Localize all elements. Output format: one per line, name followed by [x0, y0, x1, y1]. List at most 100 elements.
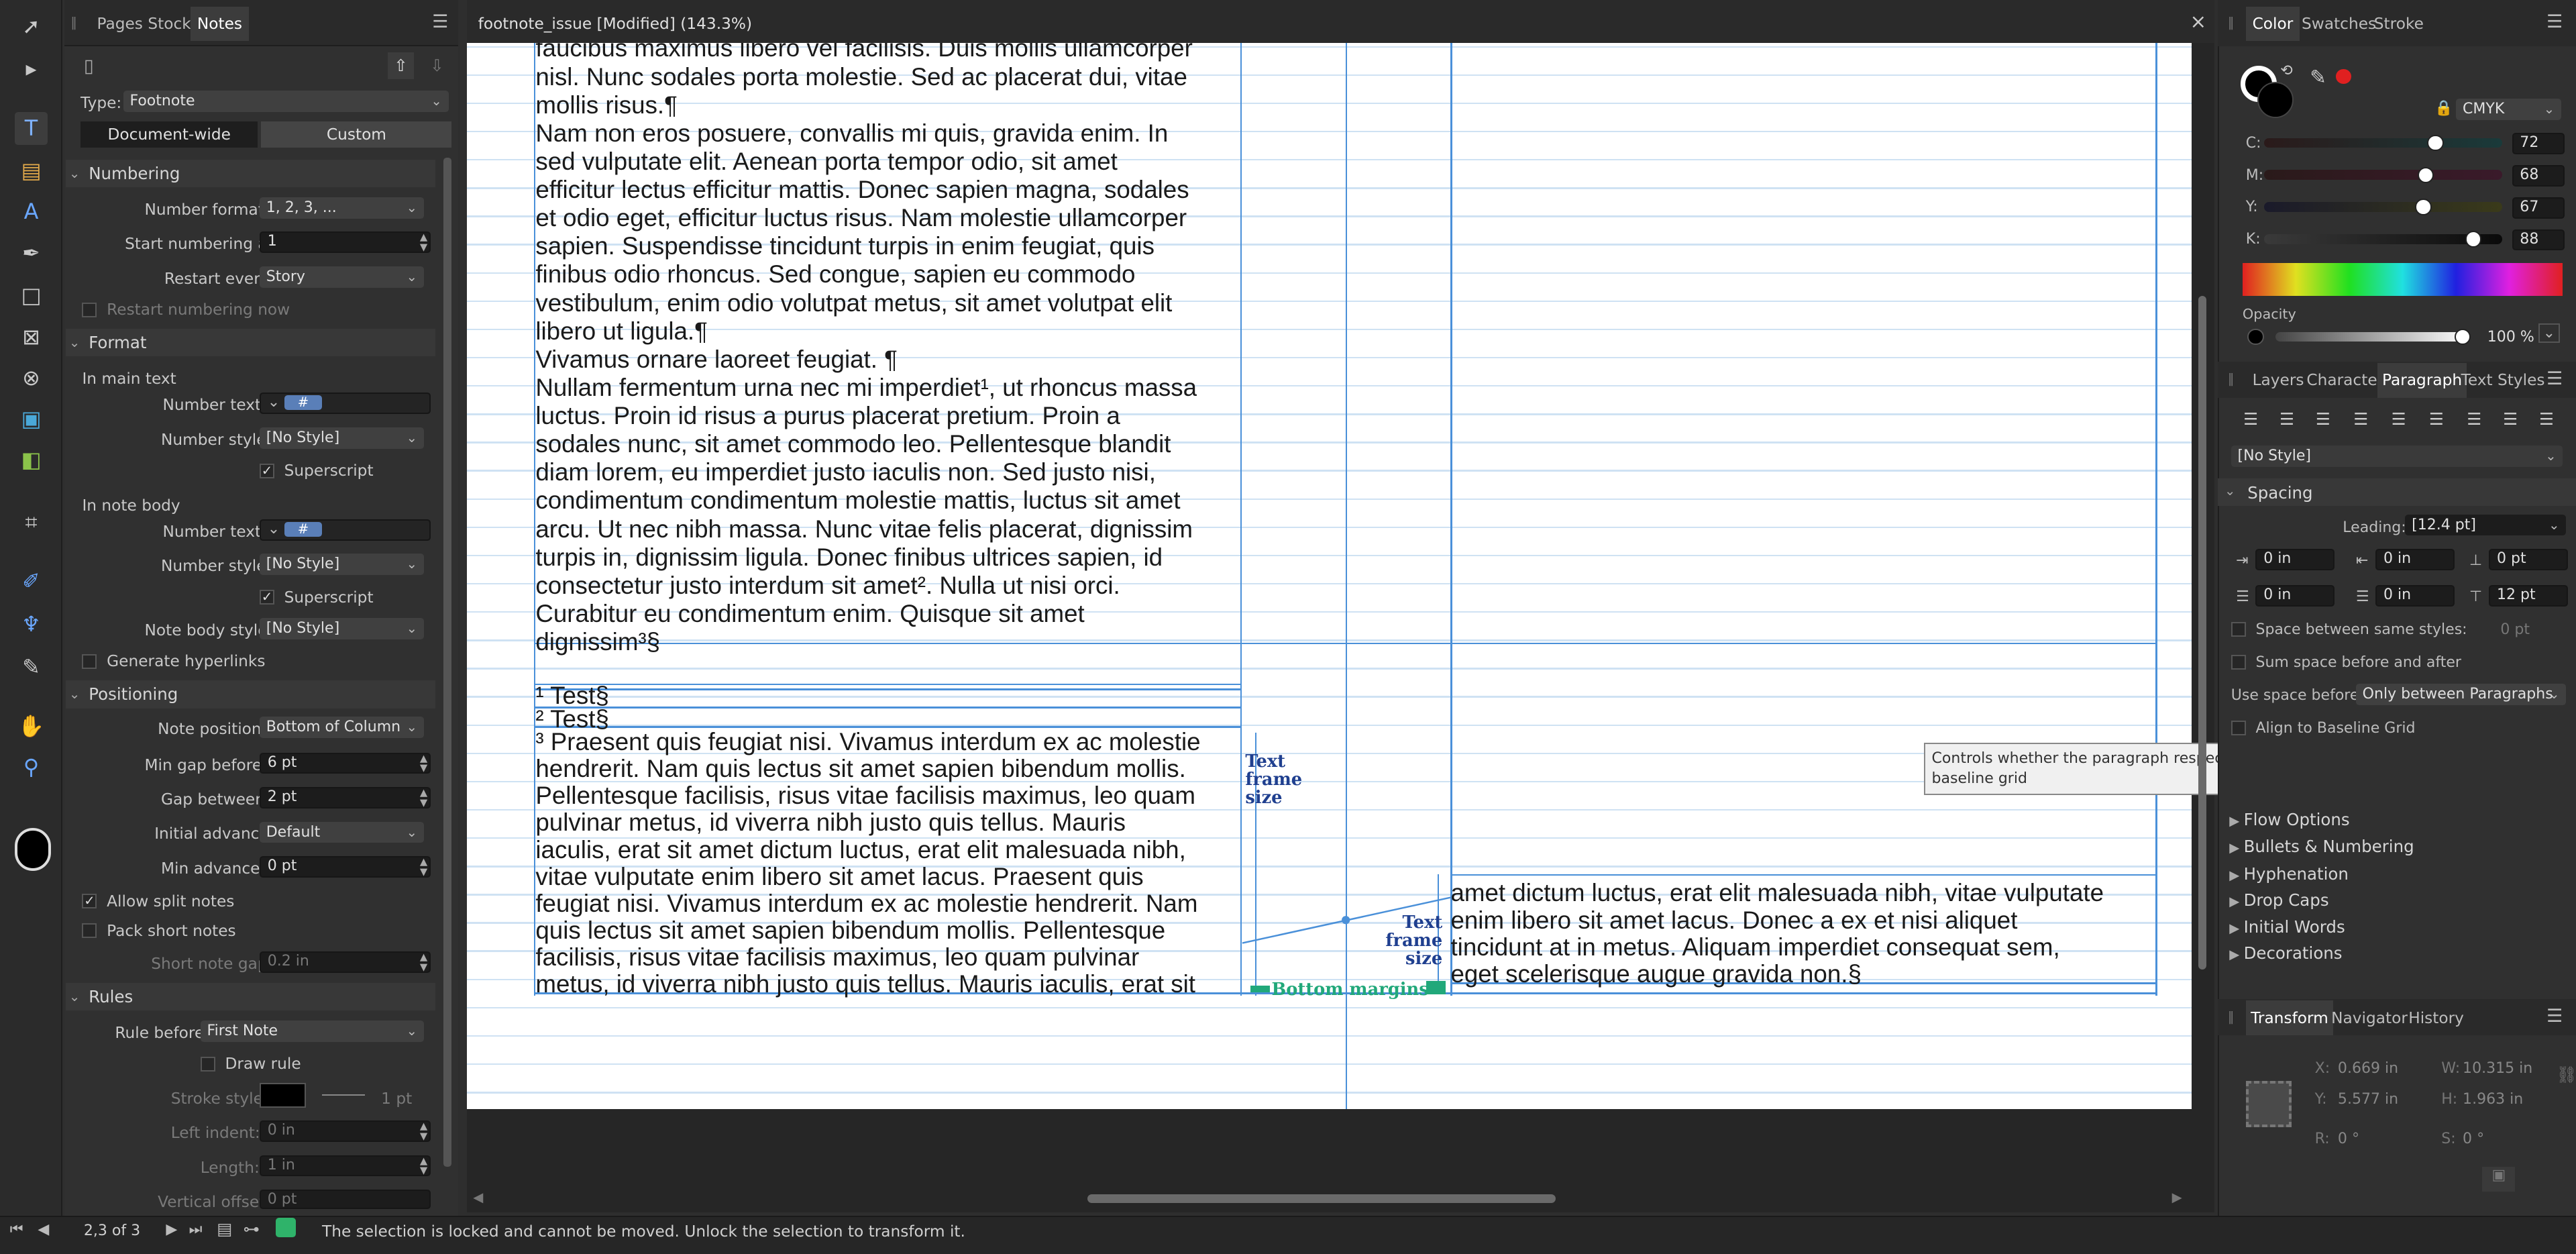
- space-before-field[interactable]: 0 pt: [2489, 548, 2568, 570]
- chevron-down-icon[interactable]: ⌄: [2538, 323, 2560, 344]
- channel-knob[interactable]: [2427, 134, 2444, 152]
- align-away-spine-icon[interactable]: ☰: [2535, 409, 2558, 429]
- section-initial-words[interactable]: ▶ Initial Words: [2229, 917, 2345, 937]
- vertical-scroll-thumb[interactable]: [2198, 295, 2206, 970]
- scope-document-wide[interactable]: Document-wide: [80, 121, 258, 148]
- tab-paragraph[interactable]: Paragraph: [2377, 363, 2467, 398]
- ellipse-frame-tool-icon[interactable]: ⊗: [15, 362, 48, 395]
- w-value[interactable]: 10.315 in: [2463, 1060, 2532, 1077]
- generate-hyperlinks[interactable]: Generate hyperlinks: [82, 652, 265, 670]
- stepper-icon[interactable]: ▲ ▼: [420, 953, 427, 972]
- preflight-icon[interactable]: [276, 1217, 296, 1238]
- next-page-icon[interactable]: ▶: [166, 1221, 177, 1238]
- stepper-icon[interactable]: ▲ ▼: [420, 1157, 427, 1175]
- section-drop-caps[interactable]: ▶ Drop Caps: [2229, 890, 2328, 910]
- lock-icon[interactable]: 🔒: [2434, 100, 2453, 117]
- space-same-value[interactable]: 0 pt: [2500, 621, 2530, 638]
- restart-numbering-now[interactable]: Restart numbering now: [82, 301, 290, 319]
- sum-space[interactable]: Sum space before and after: [2231, 654, 2461, 671]
- checkbox[interactable]: [200, 1056, 215, 1072]
- link-icon[interactable]: ⛓: [2557, 1065, 2576, 1084]
- gap-between-input[interactable]: 2 pt ▲ ▼: [259, 787, 431, 808]
- s-value[interactable]: 0 °: [2463, 1131, 2484, 1147]
- use-space-before-select[interactable]: Only between Paragraphs ⌄: [2355, 683, 2567, 705]
- checkbox[interactable]: [82, 923, 97, 939]
- right-indent-field[interactable]: 0 in: [2375, 548, 2455, 570]
- note-body-style-select[interactable]: [No Style] ⌄: [259, 617, 424, 639]
- prev-page-icon[interactable]: ◀: [38, 1221, 49, 1238]
- place-image-tool-icon[interactable]: ▣: [15, 403, 48, 435]
- number-style-select[interactable]: [No Style] ⌄: [259, 427, 424, 449]
- tab-pages[interactable]: Pages: [97, 15, 142, 33]
- eyedropper-icon[interactable]: ✎: [2310, 66, 2326, 89]
- number-text-input[interactable]: ⌄ #: [259, 393, 431, 415]
- vertical-offset-input[interactable]: 0 pt: [259, 1190, 431, 1210]
- h-value[interactable]: 1.963 in: [2463, 1091, 2523, 1108]
- zoom-tool-icon[interactable]: ⚲: [15, 751, 48, 784]
- justify-right-icon[interactable]: ☰: [2425, 409, 2448, 429]
- stroke-color-swatch[interactable]: [259, 1082, 306, 1108]
- panel-menu-icon[interactable]: ☰: [2546, 11, 2563, 32]
- tab-stroke[interactable]: Stroke: [2374, 15, 2424, 33]
- align-center-icon[interactable]: ☰: [2275, 409, 2298, 429]
- channel-value[interactable]: 67: [2512, 197, 2565, 219]
- frame-text-tool-icon[interactable]: T: [15, 111, 48, 145]
- align-left-icon[interactable]: ☰: [2239, 409, 2262, 429]
- rule-before-select[interactable]: First Note ⌄: [200, 1020, 424, 1042]
- section-flow-options[interactable]: ▶ Flow Options: [2229, 810, 2349, 829]
- align-towards-spine-icon[interactable]: ☰: [2499, 409, 2522, 429]
- stepper-icon[interactable]: ▲ ▼: [420, 754, 427, 773]
- section-format[interactable]: ⌄ Format: [65, 328, 435, 357]
- page-indicator[interactable]: 2,3 of 3: [84, 1222, 140, 1239]
- opacity-value[interactable]: 100 %: [2487, 329, 2534, 346]
- pen-tool-icon[interactable]: ✒: [15, 237, 48, 270]
- tab-swatches[interactable]: Swatches: [2302, 15, 2376, 33]
- stepper-icon[interactable]: ▲ ▼: [420, 857, 427, 876]
- section-numbering[interactable]: ⌄ Numbering: [65, 159, 435, 188]
- pack-short-notes[interactable]: Pack short notes: [82, 922, 236, 940]
- tab-character[interactable]: Character: [2306, 371, 2383, 389]
- checkbox-checked[interactable]: ✓: [259, 590, 274, 605]
- channel-value[interactable]: 72: [2512, 133, 2565, 155]
- number-format-select[interactable]: 1, 2, 3, ... ⌄: [259, 197, 424, 219]
- opacity-slider[interactable]: [2275, 331, 2469, 342]
- note-position-select[interactable]: Bottom of Column ⌄: [259, 716, 424, 738]
- spread-icon[interactable]: ▤: [217, 1219, 232, 1239]
- panel-grip-icon[interactable]: ∥: [2228, 1009, 2235, 1025]
- view-icon[interactable]: ⊶: [243, 1219, 259, 1239]
- allow-split-notes[interactable]: ✓ Allow split notes: [82, 892, 234, 910]
- initial-advance-select[interactable]: Default ⌄: [259, 821, 424, 843]
- superscript-main[interactable]: ✓ Superscript: [259, 462, 374, 480]
- min-gap-input[interactable]: 6 pt ▲ ▼: [259, 752, 431, 774]
- checkbox-checked[interactable]: ✓: [259, 463, 274, 478]
- superscript-body[interactable]: ✓ Superscript: [259, 588, 374, 607]
- justify-left-icon[interactable]: ☰: [2349, 409, 2372, 429]
- section-bullets-numbering[interactable]: ▶ Bullets & Numbering: [2229, 837, 2414, 856]
- checkbox[interactable]: [82, 302, 97, 317]
- align-baseline-grid[interactable]: Align to Baseline Grid: [2231, 720, 2415, 737]
- artistic-text-tool-icon[interactable]: A: [15, 195, 48, 228]
- number-text-input-2[interactable]: ⌄ #: [259, 519, 431, 541]
- number-style-select-2[interactable]: [No Style] ⌄: [259, 554, 424, 576]
- checkbox[interactable]: [82, 654, 97, 669]
- left-indent-field[interactable]: 0 in: [2255, 548, 2335, 570]
- tab-stock[interactable]: Stock: [148, 15, 191, 33]
- type-select[interactable]: Footnote ⌄: [123, 90, 449, 112]
- panel-menu-icon[interactable]: ☰: [2546, 368, 2563, 389]
- stroke-width-value[interactable]: 1 pt: [381, 1090, 412, 1108]
- panel-grip-icon[interactable]: ∥: [70, 15, 77, 30]
- checkbox[interactable]: [2231, 622, 2246, 637]
- move-tool-icon[interactable]: ➚: [15, 10, 48, 43]
- tab-history[interactable]: History: [2408, 1009, 2464, 1027]
- tab-color[interactable]: Color: [2245, 6, 2300, 42]
- tab-navigator[interactable]: Navigator: [2331, 1009, 2408, 1027]
- r-value[interactable]: 0 °: [2338, 1131, 2359, 1147]
- hand-tool-icon[interactable]: ✋: [15, 710, 48, 743]
- x-value[interactable]: 0.669 in: [2338, 1060, 2398, 1077]
- move-down-icon[interactable]: ⇩: [424, 52, 450, 79]
- section-decorations[interactable]: ▶ Decorations: [2229, 943, 2342, 963]
- checkbox-checked[interactable]: ✓: [82, 894, 97, 909]
- picture-frame-tool-icon[interactable]: ⊠: [15, 321, 48, 354]
- leading-select[interactable]: [12.4 pt] ⌄: [2405, 514, 2567, 536]
- stepper-icon[interactable]: ▲ ▼: [420, 1122, 427, 1141]
